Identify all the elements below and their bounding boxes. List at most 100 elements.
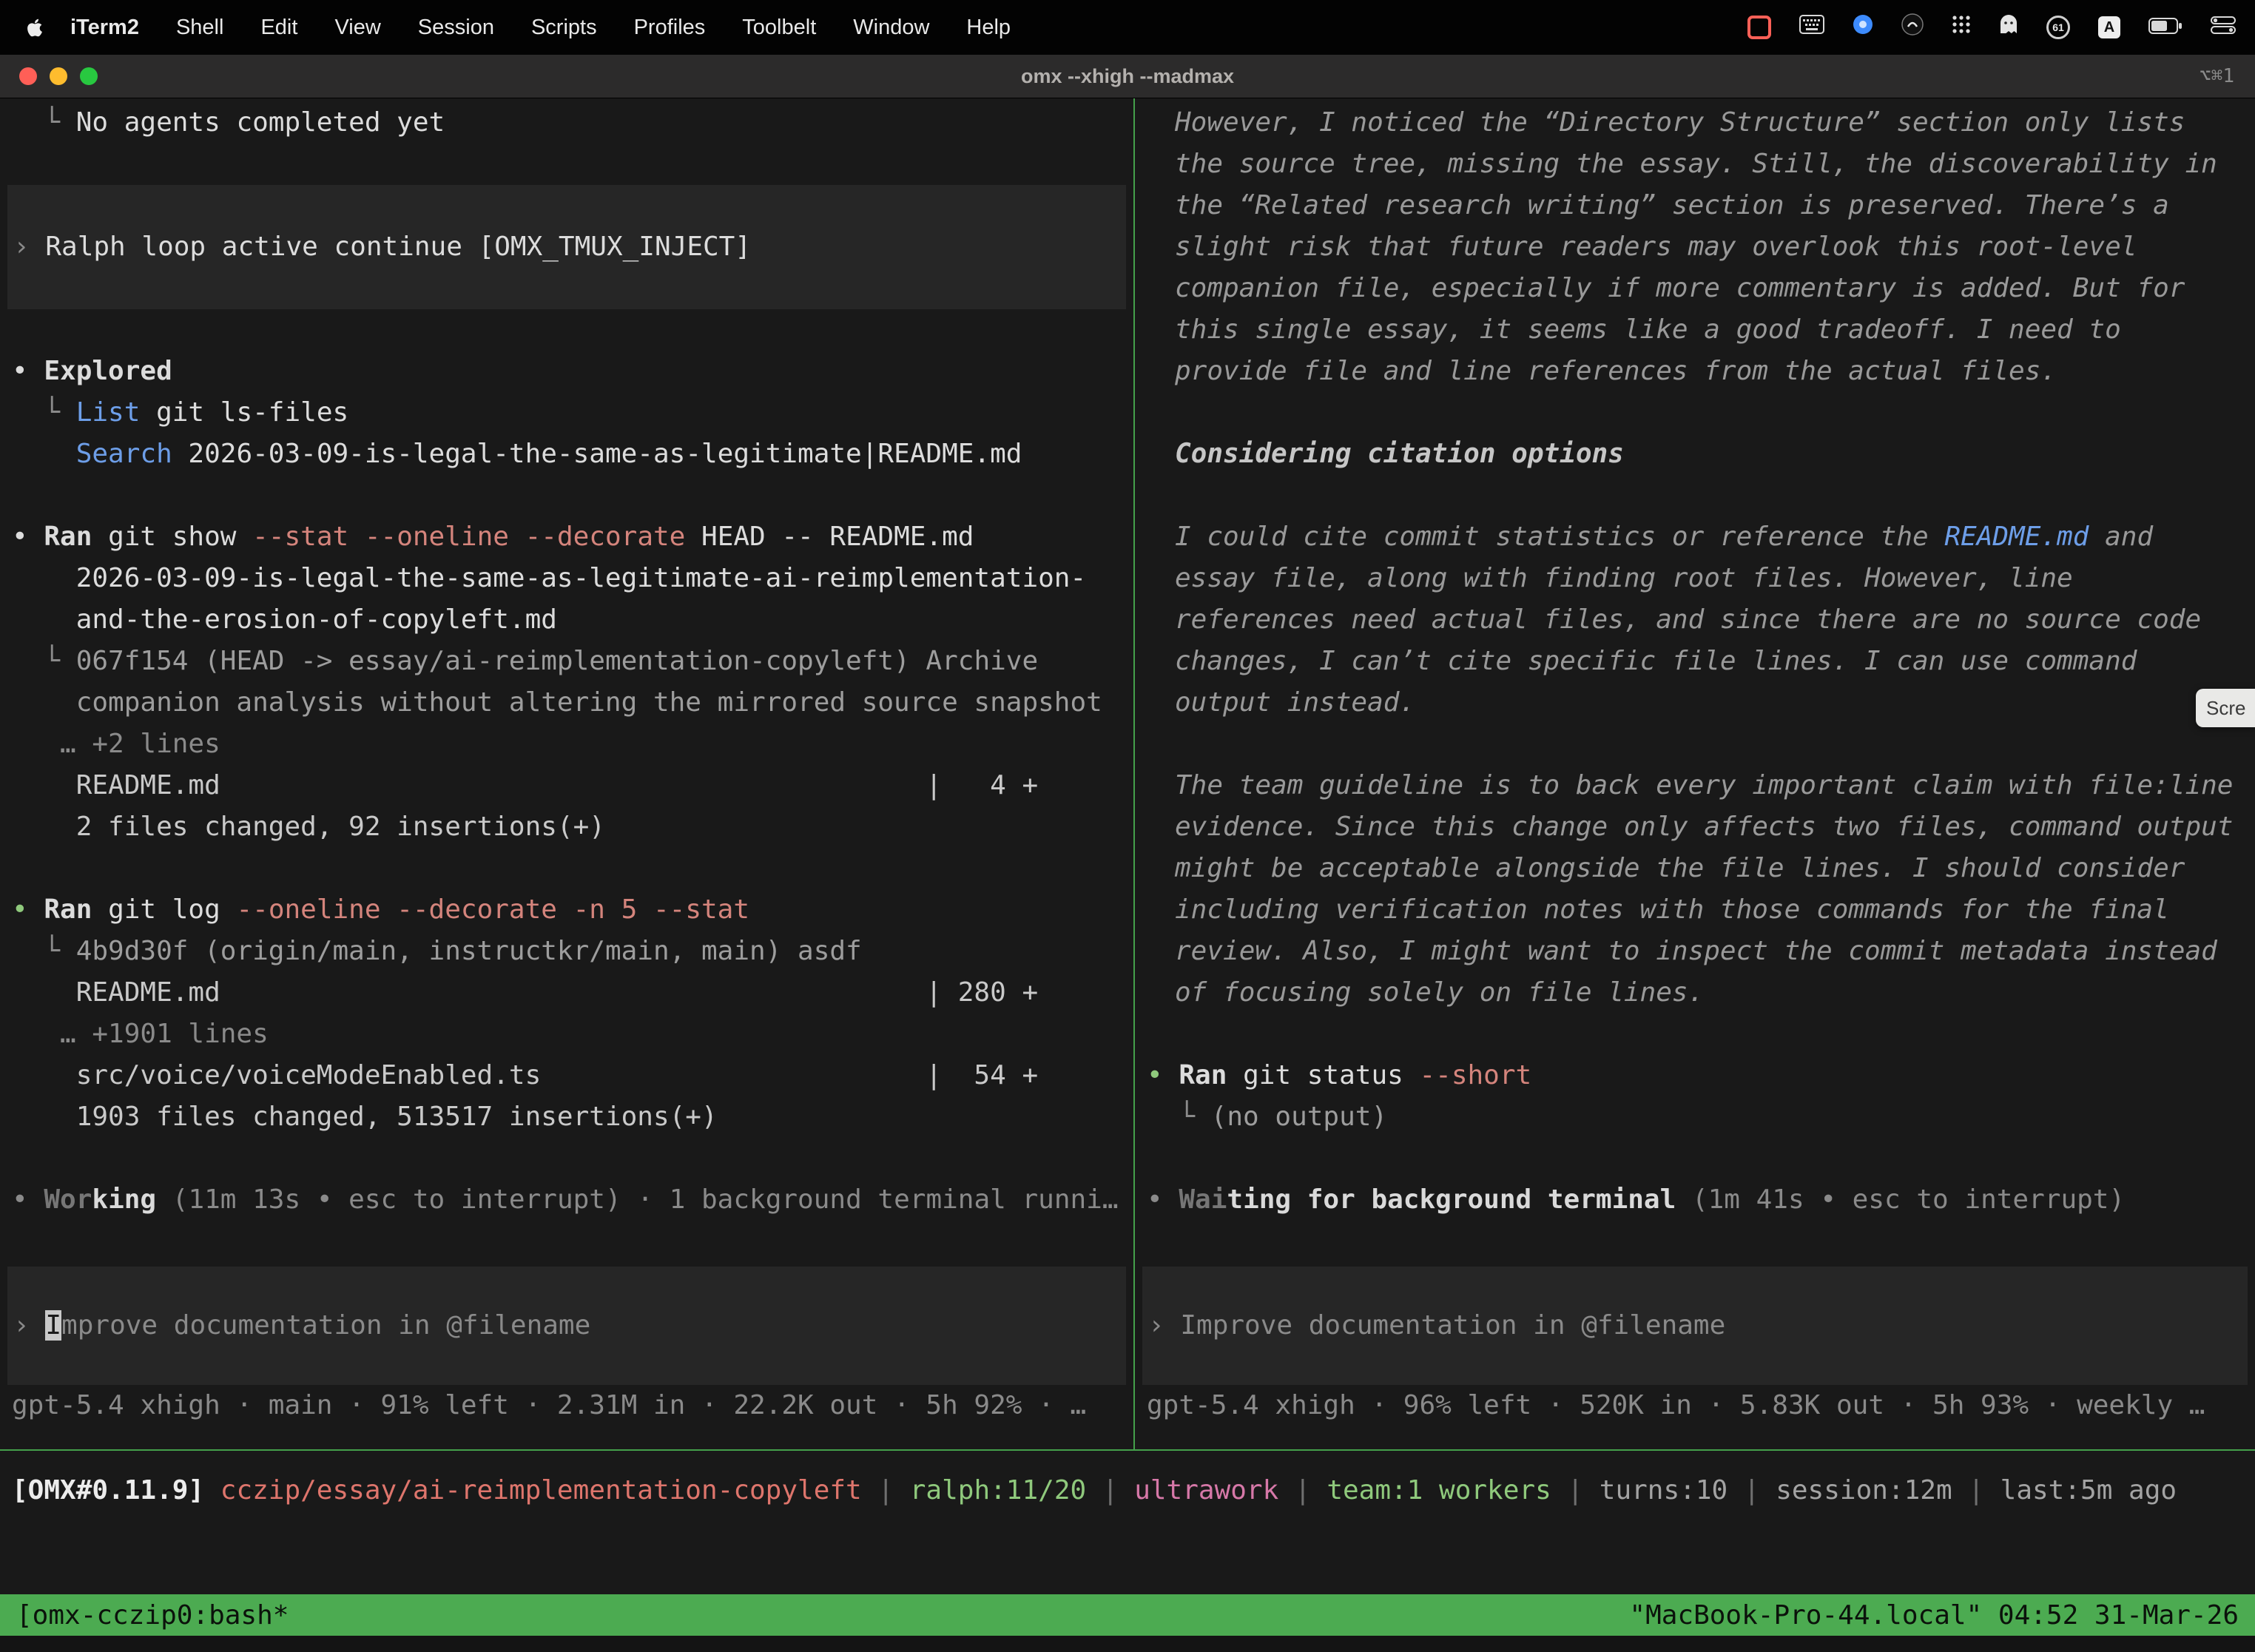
git-show-arg-line-2: and-the-erosion-of-copyleft.md — [0, 599, 1133, 641]
thinking-text-line: the “Related research writing” section i… — [1135, 185, 2255, 226]
working-status-line: • Working (11m 13s • esc to interrupt) ·… — [0, 1179, 1133, 1221]
window-title: omx --xhigh --madmax — [1021, 65, 1234, 88]
menu-toolbelt[interactable]: Toolbelt — [724, 16, 835, 40]
apps-grid-icon[interactable] — [1952, 15, 1971, 40]
git-show-stat-line: README.md | 4 + — [0, 765, 1133, 806]
thinking-text-line: slight risk that future readers may over… — [1135, 226, 2255, 268]
thinking-text-line: provide file and line references from th… — [1135, 351, 2255, 392]
traffic-lights — [19, 67, 98, 85]
omx-session-time: session:12m — [1776, 1475, 1952, 1506]
git-show-summary-line: 2 files changed, 92 insertions(+) — [0, 806, 1133, 848]
git-show-output-line-2: companion analysis without altering the … — [0, 682, 1133, 724]
thinking-text-line: might be acceptable alongside the file l… — [1135, 848, 2255, 889]
thinking-text-line: references need actual files, and since … — [1135, 599, 2255, 641]
ralph-loop-line: › Ralph loop active continue [OMX_TMUX_I… — [7, 226, 751, 268]
menu-bar-status-icons: 61 A — [1747, 13, 2236, 41]
menu-app-name[interactable]: iTerm2 — [52, 16, 158, 40]
battery-icon[interactable] — [2148, 16, 2182, 40]
omx-last-activity: last:5m ago — [2000, 1475, 2177, 1506]
prompt-input[interactable]: › Improve documentation in @filename — [1142, 1267, 2248, 1385]
omx-mode-badge: ultrawork — [1134, 1475, 1278, 1506]
thinking-text-line: including verification notes with those … — [1135, 889, 2255, 931]
readme-link: README.md — [1944, 522, 2089, 552]
omx-ralph-counter: ralph:11/20 — [910, 1475, 1086, 1506]
git-log-more-line: … +1901 lines — [0, 1014, 1133, 1055]
menu-help[interactable]: Help — [948, 16, 1029, 40]
explored-search-line: Search 2026-03-09-is-legal-the-same-as-l… — [0, 434, 1133, 475]
screen-share-overlay-label: Scre — [2206, 697, 2245, 720]
window-bottom-edge — [0, 1636, 2255, 1652]
thinking-text-line: of focusing solely on file lines. — [1135, 972, 2255, 1014]
omx-version: [OMX#0.11.9] — [12, 1475, 220, 1506]
git-status-command-line: • Ran git status --short — [1135, 1055, 2255, 1096]
prompt-input-line[interactable]: › Improve documentation in @filename — [1142, 1305, 1725, 1346]
git-log-output-line: └ 4b9d30f (origin/main, instructkr/main,… — [0, 931, 1133, 972]
terminal-area: └ No agents completed yet › Ralph loop a… — [0, 98, 2255, 1652]
thinking-text-line: companion file, especially if more comme… — [1135, 268, 2255, 309]
thinking-text-line: changes, I can’t cite specific file line… — [1135, 641, 2255, 682]
git-log-command-line: • Ran git log --oneline --decorate -n 5 … — [0, 889, 1133, 931]
thinking-text-line: evidence. Since this change only affects… — [1135, 806, 2255, 848]
left-terminal-pane[interactable]: └ No agents completed yet › Ralph loop a… — [0, 98, 1135, 1449]
omx-turns: turns:10 — [1600, 1475, 1728, 1506]
omx-branch-path: cczip/essay/ai-reimplementation-copyleft — [220, 1475, 862, 1506]
ghost-icon[interactable] — [1999, 14, 2018, 41]
close-window-button[interactable] — [19, 67, 37, 85]
thinking-text-line: I could cite commit statistics or refere… — [1135, 516, 2255, 558]
macos-menu-bar: iTerm2 Shell Edit View Session Scripts P… — [0, 0, 2255, 55]
battery-gauge-icon[interactable]: 61 — [2046, 16, 2070, 39]
model-status-line: gpt-5.4 xhigh · main · 91% left · 2.31M … — [0, 1385, 1133, 1426]
thinking-text-line: essay file, along with finding root file… — [1135, 558, 2255, 599]
window-title-bar[interactable]: omx --xhigh --madmax ⌥⌘1 — [0, 55, 2255, 98]
control-center-icon[interactable] — [2211, 16, 2236, 40]
window-shortcut-badge: ⌥⌘1 — [2200, 65, 2234, 87]
menu-profiles[interactable]: Profiles — [616, 16, 724, 40]
git-show-output-line-1: └ 067f154 (HEAD -> essay/ai-reimplementa… — [0, 641, 1133, 682]
thinking-text-line: this single essay, it seems like a good … — [1135, 309, 2255, 351]
git-show-command-line: • Ran git show --stat --oneline --decora… — [0, 516, 1133, 558]
tmux-host-clock: "MacBook-Pro-44.local" 04:52 31-Mar-26 — [1629, 1600, 2239, 1631]
tmux-status-bar: [omx-cczip0:bash* "MacBook-Pro-44.local"… — [0, 1594, 2255, 1636]
git-log-stat-line-1: README.md | 280 + — [0, 972, 1133, 1014]
thinking-text-line: review. Also, I might want to inspect th… — [1135, 931, 2255, 972]
thinking-text-line: output instead. — [1135, 682, 2255, 724]
git-show-arg-line-1: 2026-03-09-is-legal-the-same-as-legitima… — [0, 558, 1133, 599]
zoom-window-button[interactable] — [80, 67, 98, 85]
thinking-text-line: the source tree, missing the essay. Stil… — [1135, 144, 2255, 185]
menu-shell[interactable]: Shell — [158, 16, 243, 40]
menu-view[interactable]: View — [316, 16, 399, 40]
git-log-stat-line-2: src/voice/voiceModeEnabled.ts | 54 + — [0, 1055, 1133, 1096]
menu-session[interactable]: Session — [400, 16, 513, 40]
explored-list-line: └ List git ls-files — [0, 392, 1133, 434]
text-cursor: I — [45, 1310, 61, 1341]
agents-status-line: └ No agents completed yet — [0, 102, 1133, 144]
prompt-input-line[interactable]: › Improve documentation in @filename — [7, 1305, 590, 1346]
thinking-heading: Considering citation options — [1135, 434, 2255, 475]
explored-header: • Explored — [0, 351, 1133, 392]
battery-percent-value: 61 — [2052, 21, 2064, 33]
prompt-input[interactable]: › Improve documentation in @filename — [7, 1267, 1126, 1385]
ralph-loop-banner: › Ralph loop active continue [OMX_TMUX_I… — [7, 185, 1126, 309]
git-log-summary-line: 1903 files changed, 513517 insertions(+) — [0, 1096, 1133, 1138]
model-status-line: gpt-5.4 xhigh · 96% left · 520K in · 5.8… — [1135, 1385, 2255, 1426]
git-show-more-line: … +2 lines — [0, 724, 1133, 765]
screen-recording-stop-icon[interactable] — [1747, 16, 1771, 39]
tmux-session-window[interactable]: [omx-cczip0:bash* — [16, 1600, 289, 1631]
menu-window[interactable]: Window — [835, 16, 948, 40]
menu-scripts[interactable]: Scripts — [513, 16, 616, 40]
thinking-text-line: The team guideline is to back every impo… — [1135, 765, 2255, 806]
omx-session-status-bar: [OMX#0.11.9] cczip/essay/ai-reimplementa… — [0, 1461, 2255, 1519]
right-terminal-pane[interactable]: However, I noticed the “Directory Struct… — [1135, 98, 2255, 1449]
apple-menu-icon[interactable] — [27, 18, 43, 38]
keyboard-icon[interactable] — [1799, 15, 1824, 40]
thinking-text-line: However, I noticed the “Directory Struct… — [1135, 102, 2255, 144]
input-source-icon[interactable]: A — [2098, 16, 2120, 38]
screen-share-overlay[interactable]: Scre — [2196, 689, 2255, 727]
blue-app-icon[interactable] — [1853, 14, 1873, 41]
tmux-panes: └ No agents completed yet › Ralph loop a… — [0, 98, 2255, 1451]
git-status-output-line: └ (no output) — [1135, 1096, 2255, 1138]
omx-team-workers: team:1 workers — [1327, 1475, 1551, 1506]
dark-app-icon[interactable] — [1901, 13, 1924, 41]
minimize-window-button[interactable] — [50, 67, 67, 85]
menu-edit[interactable]: Edit — [242, 16, 316, 40]
